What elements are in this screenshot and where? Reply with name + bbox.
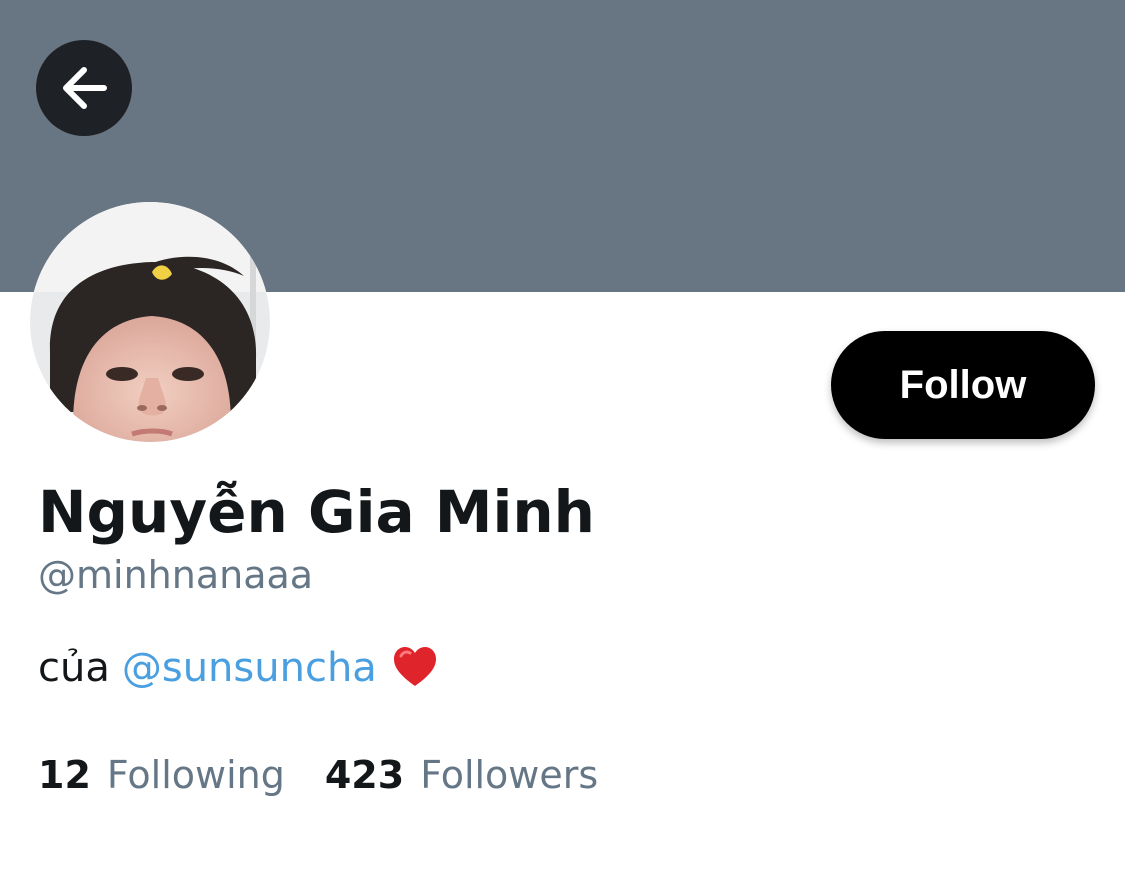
- following-stat[interactable]: 12 Following: [38, 748, 285, 802]
- profile-stats: 12 Following 423 Followers: [38, 748, 598, 802]
- display-name: Nguyễn Gia Minh: [38, 478, 595, 546]
- bio-text: của: [38, 645, 110, 691]
- follow-button[interactable]: Follow: [831, 331, 1095, 439]
- heart-emoji-icon: [391, 644, 439, 692]
- followers-label: Followers: [420, 753, 599, 797]
- arrow-left-icon: [58, 62, 110, 114]
- profile-page: Follow Nguyễn Gia Minh @minhnanaaa của @…: [0, 0, 1125, 869]
- following-count: 12: [38, 753, 91, 797]
- profile-bio: của @sunsuncha: [38, 640, 439, 696]
- followers-stat[interactable]: 423 Followers: [325, 748, 598, 802]
- following-label: Following: [106, 753, 285, 797]
- user-handle: @minhnanaaa: [38, 553, 314, 597]
- profile-avatar[interactable]: [30, 202, 270, 442]
- back-button[interactable]: [36, 40, 132, 136]
- bio-mention-link[interactable]: @sunsuncha: [122, 640, 377, 696]
- followers-count: 423: [324, 753, 405, 797]
